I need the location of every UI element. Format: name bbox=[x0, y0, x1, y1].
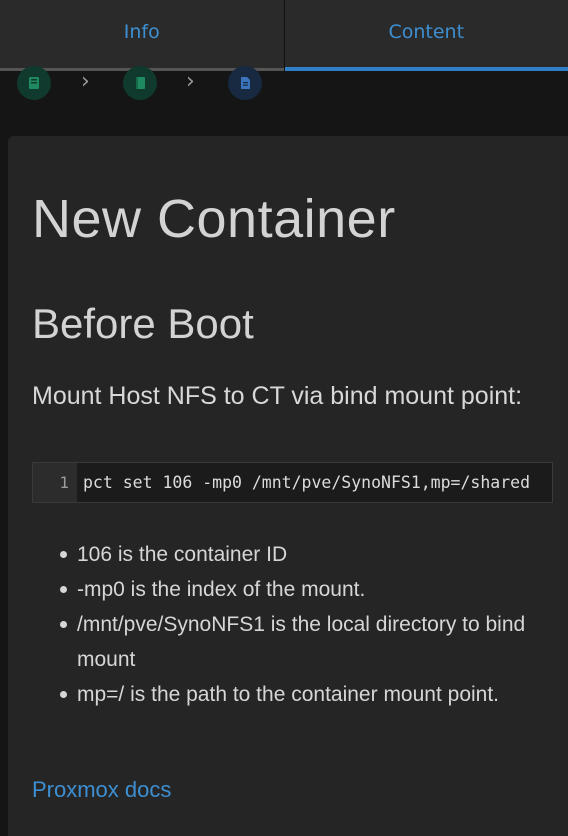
chevron-right-icon: › bbox=[81, 70, 90, 94]
proxmox-docs-link[interactable]: Proxmox docs bbox=[32, 777, 171, 803]
chevron-right-icon: › bbox=[186, 70, 195, 94]
tab-info[interactable]: Info bbox=[0, 0, 285, 71]
breadcrumb-chapter[interactable] bbox=[123, 66, 157, 100]
intro-paragraph: Mount Host NFS to CT via bind mount poin… bbox=[32, 378, 552, 414]
list-item: 106 is the container ID bbox=[60, 537, 530, 572]
breadcrumb: › › bbox=[0, 62, 568, 110]
notebook-icon bbox=[132, 75, 148, 91]
book-icon bbox=[26, 75, 42, 91]
list-item: mp=/ is the path to the container mount … bbox=[60, 677, 530, 712]
list-item: /mnt/pve/SynoNFS1 is the local directory… bbox=[60, 607, 530, 677]
page-title: New Container bbox=[32, 188, 396, 250]
breadcrumb-book[interactable] bbox=[17, 66, 51, 100]
tab-content[interactable]: Content bbox=[285, 0, 568, 71]
document-icon bbox=[237, 75, 253, 91]
code-line-number: 1 bbox=[33, 463, 77, 502]
list-item: -mp0 is the index of the mount. bbox=[60, 572, 530, 607]
tab-bar: Info Content bbox=[0, 0, 568, 71]
section-heading: Before Boot bbox=[32, 300, 254, 348]
code-block[interactable]: 1 pct set 106 -mp0 /mnt/pve/SynoNFS1,mp=… bbox=[32, 462, 553, 503]
breadcrumb-page[interactable] bbox=[228, 66, 262, 100]
bullet-list: 106 is the container ID -mp0 is the inde… bbox=[60, 537, 530, 712]
code-text: pct set 106 -mp0 /mnt/pve/SynoNFS1,mp=/s… bbox=[77, 473, 530, 492]
